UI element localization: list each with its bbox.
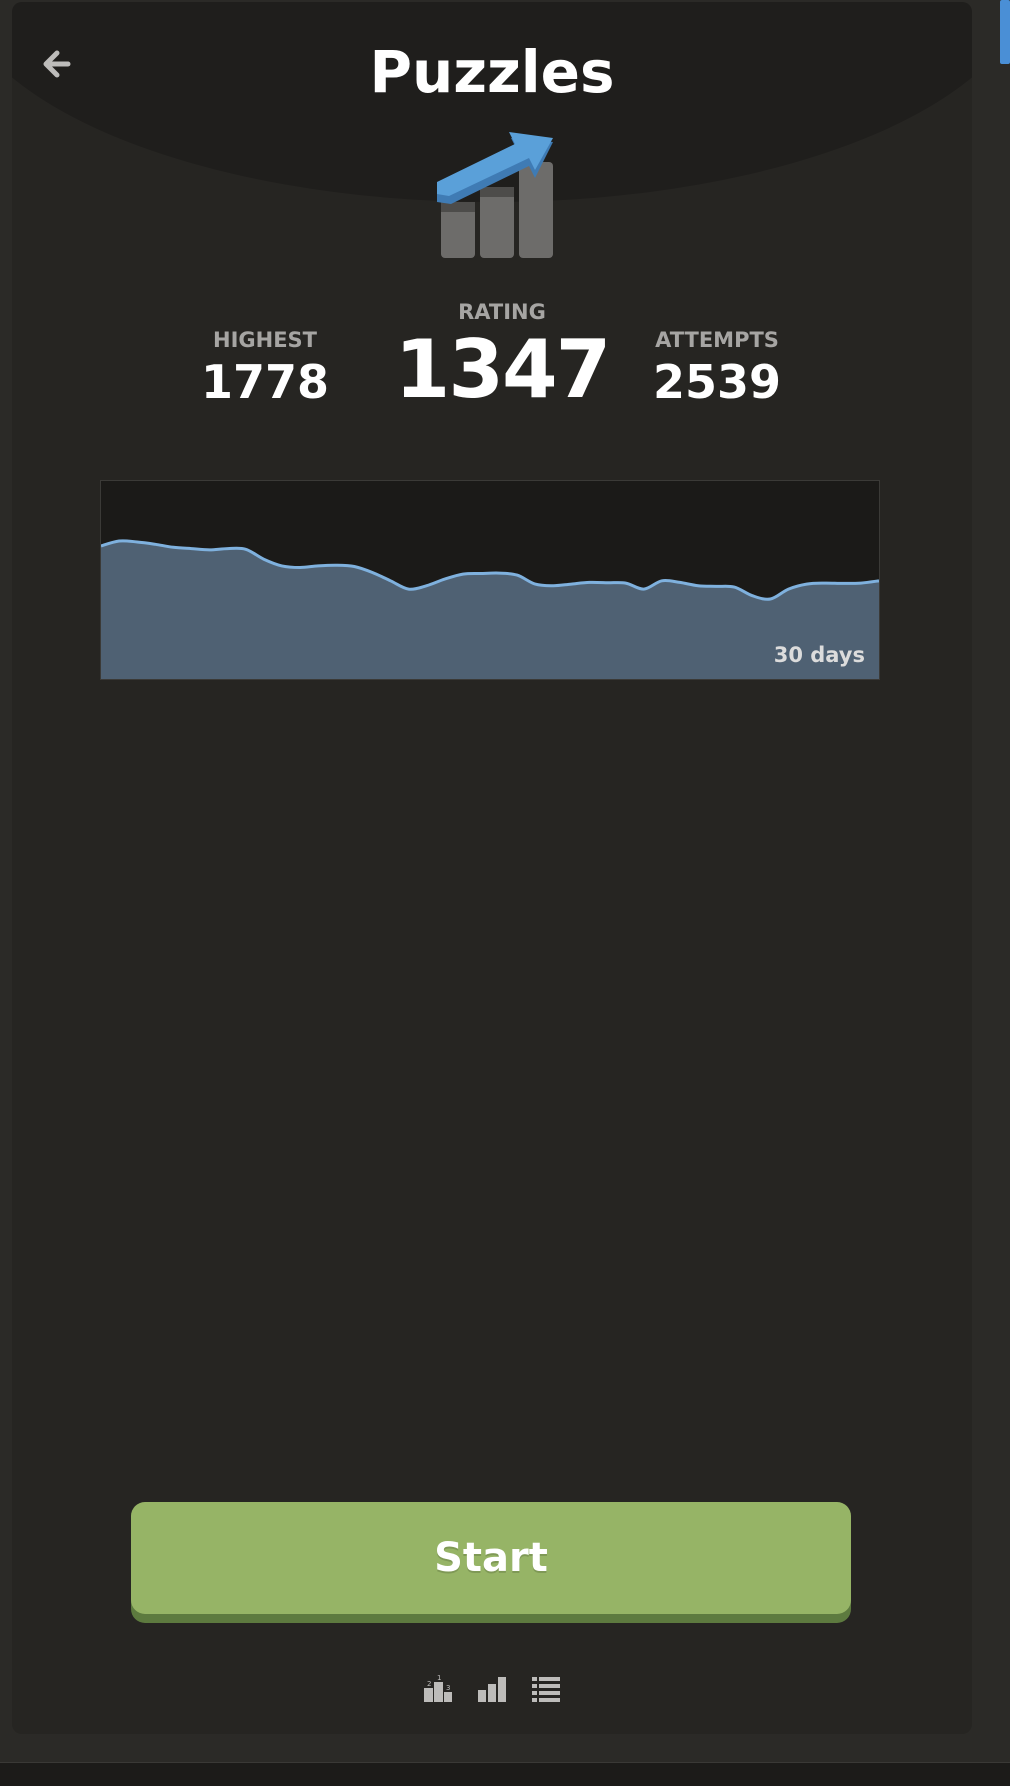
attempts-value: 2539	[652, 355, 782, 409]
history-list-icon	[532, 1677, 560, 1702]
history-button[interactable]	[529, 1672, 563, 1706]
rating-chart-svg	[101, 539, 879, 679]
chart-area-fill	[101, 540, 879, 679]
page: Puzzles HIGHEST 1778 RATING 1347 ATTEMPT…	[0, 0, 1010, 1786]
stats-icon	[478, 1677, 506, 1702]
start-button[interactable]: Start	[131, 1502, 851, 1614]
svg-text:2: 2	[427, 1680, 431, 1688]
chart-range-label: 30 days	[773, 643, 865, 667]
footer-icon-bar: 2 1 3	[12, 1672, 972, 1706]
leaderboard-icon: 2 1 3	[424, 1674, 452, 1702]
puzzles-panel: Puzzles HIGHEST 1778 RATING 1347 ATTEMPT…	[12, 2, 972, 1734]
svg-text:1: 1	[437, 1674, 441, 1682]
rating-chart: 30 days	[100, 480, 880, 680]
rating-trend-icon	[437, 132, 553, 258]
stats-row: HIGHEST 1778 RATING 1347 ATTEMPTS 2539	[12, 292, 972, 432]
rating-stat: RATING 1347	[392, 300, 612, 416]
svg-text:3: 3	[446, 1684, 450, 1692]
page-title: Puzzles	[369, 38, 615, 106]
leaderboard-button[interactable]: 2 1 3	[421, 1672, 455, 1706]
highest-value: 1778	[200, 355, 330, 409]
rating-label: RATING	[458, 300, 546, 324]
rating-value: 1347	[394, 323, 612, 416]
stats-button[interactable]	[475, 1672, 509, 1706]
attempts-stat: ATTEMPTS 2539	[627, 328, 807, 412]
window-edge-accent	[1000, 0, 1010, 64]
highest-stat: HIGHEST 1778	[190, 328, 340, 412]
bottom-bar	[0, 1762, 1010, 1786]
attempts-label: ATTEMPTS	[655, 328, 779, 352]
highest-label: HIGHEST	[213, 328, 317, 352]
